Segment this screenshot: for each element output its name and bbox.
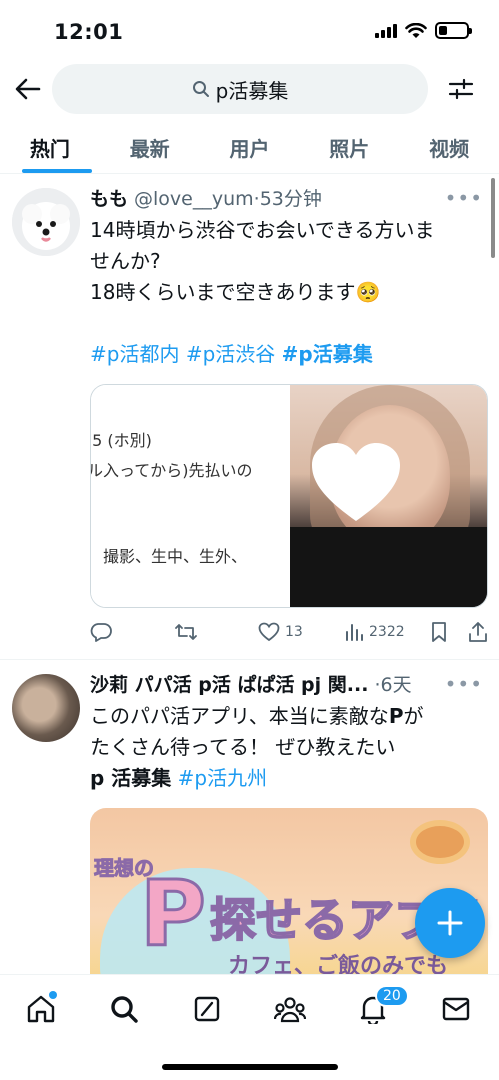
signal-icon xyxy=(375,23,397,38)
mail-icon xyxy=(442,997,470,1021)
nav-home[interactable] xyxy=(21,989,61,1029)
views-button[interactable]: 2322 xyxy=(344,622,405,642)
more-icon[interactable]: ••• xyxy=(445,186,483,210)
tweet-time: 53分钟 xyxy=(259,188,322,210)
battery-icon xyxy=(435,22,472,39)
wifi-icon xyxy=(405,22,427,38)
back-button[interactable] xyxy=(12,73,44,105)
retweet-icon xyxy=(175,624,197,640)
search-query: p活募集 xyxy=(215,78,289,103)
tweet-actions: 13 2322 xyxy=(90,618,488,646)
tweet-media[interactable]: .5 (ホ別) ル入ってから)先払いの 撮影、生中、生外、 xyxy=(90,384,488,608)
avatar[interactable] xyxy=(12,674,80,742)
ad-image-big-letter: P xyxy=(139,862,208,967)
hashtag-link[interactable]: #p活都内 xyxy=(90,342,179,366)
heart-sticker-icon xyxy=(312,443,400,521)
status-time: 12:01 xyxy=(54,20,124,44)
filter-sliders-icon xyxy=(448,78,474,100)
grok-icon xyxy=(194,996,220,1022)
back-arrow-icon xyxy=(15,78,41,100)
nav-notifications[interactable]: 20 xyxy=(353,985,409,1029)
tweet-text: 14時頃から渋谷でお会いできる方いま せんか? 18時くらいまで空きあります🥺 xyxy=(90,218,435,304)
tweet-hashtags: #p活都内 #p活渋谷 #p活募集 xyxy=(90,339,483,370)
retweet-button[interactable] xyxy=(174,622,198,642)
tab-latest[interactable]: 最新 xyxy=(100,122,200,173)
user-handle[interactable]: @love__yum xyxy=(134,188,254,210)
tweet[interactable]: もも @love__yum · 53分钟 ••• 14時頃から渋谷でお会いできる… xyxy=(0,174,499,660)
search-icon xyxy=(192,81,209,97)
search-results-feed[interactable]: もも @love__yum · 53分钟 ••• 14時頃から渋谷でお会いできる… xyxy=(0,174,499,974)
more-icon[interactable]: ••• xyxy=(445,672,483,696)
dog-avatar-image xyxy=(12,188,80,256)
search-icon xyxy=(111,996,138,1023)
tab-photos[interactable]: 照片 xyxy=(299,122,399,173)
view-count: 2322 xyxy=(369,624,405,640)
like-button[interactable]: 13 xyxy=(258,622,303,642)
share-icon xyxy=(469,622,487,642)
like-count: 13 xyxy=(285,624,303,640)
home-indicator[interactable] xyxy=(162,1064,338,1070)
bookmark-button[interactable] xyxy=(430,621,448,643)
tweet-time: 6天 xyxy=(380,674,412,696)
media-image-photo[interactable] xyxy=(290,385,487,607)
display-name[interactable]: もも xyxy=(90,184,128,211)
share-button[interactable] xyxy=(468,621,488,643)
tweet-header: 沙莉 パパ活 p活 ぱぱ活 pj 関... · 6天 xyxy=(90,670,483,697)
views-icon xyxy=(346,624,363,641)
reply-button[interactable] xyxy=(90,622,112,642)
ad-image-subtitle: カフェ、ご飯のみでも xyxy=(228,954,449,974)
hashtag-link[interactable]: #p活渋谷 xyxy=(186,342,275,366)
avatar[interactable] xyxy=(12,188,80,256)
reply-icon xyxy=(90,623,112,642)
like-icon xyxy=(258,622,280,642)
media-image-text[interactable]: .5 (ホ別) ル入ってから)先払いの 撮影、生中、生外、 xyxy=(91,385,290,607)
status-bar: 12:01 xyxy=(0,0,499,62)
tab-top[interactable]: 热门 xyxy=(0,122,100,173)
bottom-navigation: 20 xyxy=(0,974,499,1080)
tab-videos[interactable]: 视频 xyxy=(399,122,499,173)
nav-grok[interactable] xyxy=(187,989,227,1029)
notification-badge: 20 xyxy=(375,985,409,1007)
search-input[interactable]: p活募集 xyxy=(52,64,428,114)
hashtag-link[interactable]: #p活九州 xyxy=(178,766,267,790)
hashtag-link[interactable]: #p活募集 xyxy=(282,342,373,366)
nav-search[interactable] xyxy=(104,989,144,1029)
search-filter-button[interactable] xyxy=(445,73,477,105)
tab-people[interactable]: 用户 xyxy=(200,122,300,173)
nav-messages[interactable] xyxy=(436,989,476,1029)
nav-communities[interactable] xyxy=(270,989,310,1029)
display-name[interactable]: 沙莉 パパ活 p活 ぱぱ活 pj 関... xyxy=(90,670,368,697)
tweet-text: このパパ活アプリ、本当に素敵なPが たくさん待ってる！ ぜひ教えたい p 活募集… xyxy=(90,704,424,790)
search-tabs: 热门 最新 用户 照片 视频 xyxy=(0,122,499,174)
search-header: p活募集 xyxy=(0,62,499,116)
compose-plus-icon xyxy=(437,910,463,936)
status-icons xyxy=(375,22,472,39)
tweet-header: もも @love__yum · 53分钟 xyxy=(90,184,483,211)
bookmark-icon xyxy=(432,622,446,642)
communities-icon xyxy=(274,997,306,1023)
compose-button[interactable] xyxy=(415,888,485,958)
